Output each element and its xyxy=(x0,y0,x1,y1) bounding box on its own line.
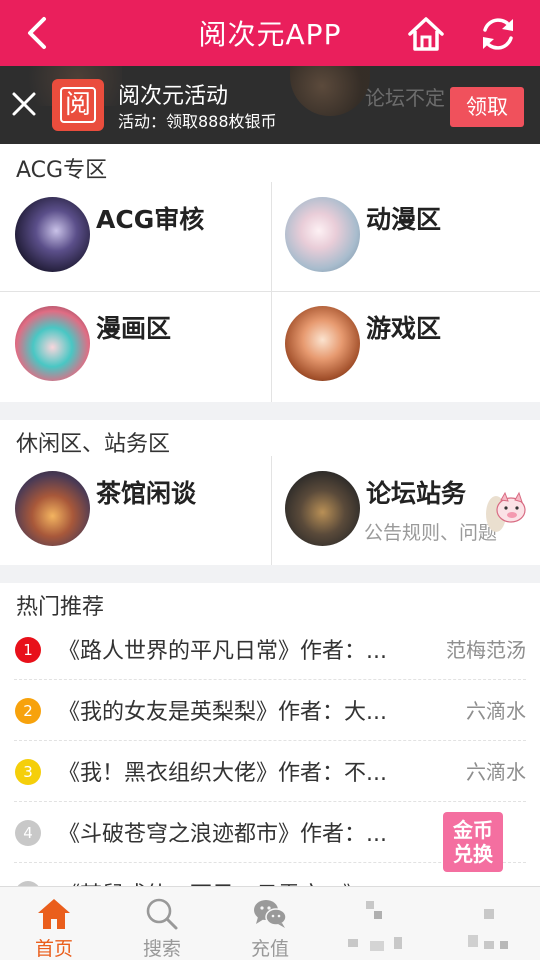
forum-name: 漫画区 xyxy=(96,314,172,343)
tab-label: 首页 xyxy=(34,938,73,960)
background-image xyxy=(290,66,370,116)
claim-button[interactable]: 领取 xyxy=(450,87,524,127)
home-icon[interactable] xyxy=(404,12,448,56)
book-title: 《斗破苍穹之浪迹都市》作者：... xyxy=(58,822,387,847)
rank-badge: 3 xyxy=(15,759,41,785)
forum-avatar xyxy=(15,197,90,272)
forum-acg-review[interactable]: ACG审核 xyxy=(0,182,270,291)
forum-avatar xyxy=(15,471,90,546)
book-title: 《某鼠成仙，西风一日雪方...》 xyxy=(58,877,365,886)
book-author: 六滴水 xyxy=(466,760,526,784)
list-item[interactable]: 3 《我！黑衣组织大佬》作者：不... 六滴水 xyxy=(14,741,526,802)
forum-avatar xyxy=(15,306,90,381)
forum-avatar xyxy=(285,197,360,272)
promo-title: 阅次元活动 xyxy=(118,84,229,109)
refresh-icon[interactable] xyxy=(476,12,520,56)
forum-anime[interactable]: 动漫区 xyxy=(270,182,540,291)
forum-name: 茶馆闲谈 xyxy=(96,479,197,508)
tab-pixelated-1[interactable] xyxy=(324,887,432,960)
forum-name: ACG审核 xyxy=(96,205,205,234)
background-text: 论坛不定 xyxy=(365,86,445,110)
forum-games[interactable]: 游戏区 xyxy=(270,291,540,400)
section-title: 休闲区、站务区 xyxy=(16,432,171,457)
page-title: 阅次元APP xyxy=(198,18,342,51)
forum-teahouse[interactable]: 茶馆闲谈 xyxy=(0,456,270,565)
section-title: 热门推荐 xyxy=(16,595,105,620)
forum-name: 游戏区 xyxy=(366,314,442,343)
forum-manga[interactable]: 漫画区 xyxy=(0,291,270,400)
tab-recharge[interactable]: 充值 xyxy=(216,887,324,960)
list-item[interactable]: 1 《路人世界的平凡日常》作者：... 范梅范汤 xyxy=(14,619,526,680)
list-item[interactable]: 2 《我的女友是英梨梨》作者：大... 六滴水 xyxy=(14,680,526,741)
back-icon[interactable] xyxy=(18,13,58,53)
tab-pixelated-2[interactable] xyxy=(432,887,540,960)
book-title: 《我！黑衣组织大佬》作者：不... xyxy=(58,761,387,786)
search-icon xyxy=(146,898,178,930)
rank-badge: 1 xyxy=(15,637,41,663)
coin-label: 金币 xyxy=(453,818,493,842)
home-icon xyxy=(38,899,70,929)
promo-subtitle: 活动：领取888枚银币 xyxy=(118,112,277,131)
app-header: 阅次元APP xyxy=(0,0,540,66)
promo-banner[interactable]: 论坛不定 阅 阅次元活动 活动：领取888枚银币 领取 xyxy=(0,66,540,144)
book-title: 《我的女友是英梨梨》作者：大... xyxy=(58,700,387,725)
coin-exchange-button[interactable]: 金币 兑换 xyxy=(443,812,503,872)
book-author: 六滴水 xyxy=(466,699,526,723)
logo-char: 阅 xyxy=(60,87,96,123)
forum-name: 论坛站务 xyxy=(366,479,467,508)
leisure-section: 休闲区、站务区 茶馆闲谈 论坛站务 公告规则、问题 xyxy=(0,420,540,565)
book-title: 《路人世界的平凡日常》作者：... xyxy=(58,639,387,664)
tab-label: 搜索 xyxy=(142,938,181,960)
tab-label: 充值 xyxy=(250,938,289,960)
coin-label: 兑换 xyxy=(453,842,493,866)
chat-icon xyxy=(254,900,287,928)
rank-badge: 2 xyxy=(15,698,41,724)
rank-badge: 4 xyxy=(15,820,41,846)
acg-section: ACG专区 ACG审核 动漫区 漫画区 游戏区 xyxy=(0,144,540,402)
forum-avatar xyxy=(285,471,360,546)
close-icon[interactable] xyxy=(8,88,40,120)
forum-name: 动漫区 xyxy=(366,205,442,234)
pig-mascot-icon[interactable] xyxy=(486,490,528,534)
forum-desc: 公告规则、问题 xyxy=(364,522,498,544)
book-author: 范梅范汤 xyxy=(446,638,526,662)
tab-home[interactable]: 首页 xyxy=(0,887,108,960)
tab-search[interactable]: 搜索 xyxy=(108,887,216,960)
forum-avatar xyxy=(285,306,360,381)
bottom-tab-bar: 首页 搜索 充值 xyxy=(0,886,540,960)
section-title: ACG专区 xyxy=(16,158,108,183)
app-logo: 阅 xyxy=(52,79,104,131)
